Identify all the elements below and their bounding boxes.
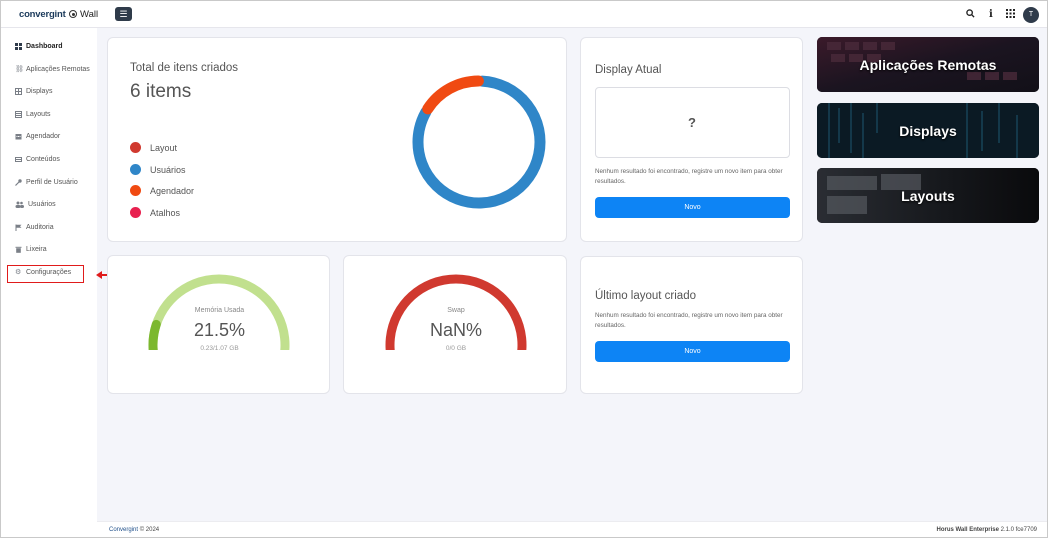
donut-segment-agendador — [422, 75, 484, 115]
swap-value: NaN% — [429, 320, 482, 340]
hamburger-icon: ☰ — [119, 9, 128, 19]
ultimo-layout-title: Último layout criado — [595, 290, 696, 302]
top-bar: convergint Wall ☰ i T — [1, 1, 1047, 28]
ultimo-layout-card: Último layout criado Nenhum resultado fo… — [580, 256, 803, 394]
footer-version: Horus Wall Enterprise 2.1.0 fce7709 — [936, 527, 1037, 533]
menu-toggle-button[interactable]: ☰ — [115, 7, 132, 21]
display-atual-card: Display Atual ? Nenhum resultado foi enc… — [580, 37, 803, 242]
search-icon[interactable] — [966, 9, 975, 21]
tile-displays[interactable]: Displays — [817, 103, 1039, 158]
memory-card: Memória Usada 21.5% 0.23/1.07 GB — [107, 255, 330, 394]
memory-value: 21.5% — [193, 320, 246, 340]
calendar-icon — [15, 133, 22, 140]
footer-brand-link[interactable]: Convergint — [109, 527, 138, 533]
footer-version-number: 2.1.0 fce7709 — [1000, 527, 1037, 533]
legend-dot-usuarios — [130, 164, 141, 175]
tile-layouts[interactable]: Layouts — [817, 168, 1039, 223]
ultimo-layout-novo-button[interactable]: Novo — [595, 341, 790, 362]
display-preview: ? — [595, 87, 790, 158]
items-count: 6 items — [130, 81, 192, 102]
sidebar-item-label: Agendador — [26, 132, 61, 140]
content-icon — [15, 156, 22, 163]
display-novo-button[interactable]: Novo — [595, 197, 790, 218]
sidebar-item-perfil-de-usuario[interactable]: Perfil de Usuário — [15, 175, 78, 189]
sidebar-item-dashboard[interactable]: Dashboard — [15, 39, 63, 53]
summary-card: Total de itens criados 6 items Layout Us… — [107, 37, 567, 242]
sidebar-item-usuarios[interactable]: Usuários — [15, 197, 56, 211]
legend-dot-agendador — [130, 185, 141, 196]
legend-label-usuarios: Usuários — [150, 165, 186, 175]
sidebar-item-label: Auditoria — [26, 223, 54, 231]
sidebar-item-label: Usuários — [28, 200, 56, 208]
apps-grid-icon[interactable] — [1006, 9, 1015, 21]
sidebar-item-auditoria[interactable]: Auditoria — [15, 220, 54, 234]
sidebar-item-aplicacoes-remotas[interactable]: ⛓ Aplicações Remotas — [15, 62, 90, 76]
memory-detail: 0.23/1.07 GB — [200, 345, 239, 352]
tile-label: Displays — [899, 122, 957, 139]
footer: Convergint © 2024 Horus Wall Enterprise … — [97, 521, 1047, 537]
flag-icon — [15, 224, 22, 231]
legend-label-layout: Layout — [150, 143, 178, 153]
dashboard-icon — [15, 42, 22, 50]
sidebar-item-label: Aplicações Remotas — [26, 65, 90, 73]
items-donut-chart — [412, 75, 546, 209]
sidebar-item-label: Layouts — [26, 110, 51, 118]
wall-logo-icon — [69, 10, 77, 18]
sidebar-item-conteudos[interactable]: Conteúdos — [15, 152, 60, 166]
sidebar-item-agendador[interactable]: Agendador — [15, 129, 60, 143]
link-icon: ⛓ — [15, 65, 24, 73]
users-icon — [15, 201, 24, 208]
display-atual-empty-text: Nenhum resultado foi encontrado, registr… — [595, 168, 783, 185]
memory-label: Memória Usada — [194, 307, 245, 314]
footer-copyright: Convergint © 2024 — [109, 527, 159, 533]
sidebar-item-label: Perfil de Usuário — [26, 178, 78, 186]
sidebar-item-label: Conteúdos — [26, 155, 60, 163]
key-icon — [15, 178, 22, 186]
info-icon[interactable]: i — [989, 9, 993, 20]
sidebar-item-label: Lixeira — [26, 245, 47, 253]
sidebar-item-label: Displays — [26, 87, 53, 95]
avatar[interactable]: T — [1023, 7, 1039, 23]
legend-label-agendador: Agendador — [150, 186, 195, 196]
sidebar-item-lixeira[interactable]: Lixeira — [15, 242, 47, 256]
highlight-annotation — [7, 265, 84, 283]
sidebar-item-layouts[interactable]: Layouts — [15, 107, 51, 121]
layout-icon — [15, 110, 22, 118]
tile-label: Layouts — [901, 187, 955, 204]
trash-icon — [15, 246, 22, 253]
tile-aplicacoes-remotas[interactable]: Aplicações Remotas — [817, 37, 1039, 92]
legend-dot-atalhos — [130, 207, 141, 218]
footer-product: Horus Wall Enterprise — [936, 527, 999, 533]
swap-detail: 0/0 GB — [445, 345, 467, 352]
placeholder-question-mark: ? — [688, 115, 696, 130]
legend-label-atalhos: Atalhos — [150, 208, 181, 218]
sidebar-item-label: Dashboard — [26, 42, 63, 50]
ultimo-layout-empty-text: Nenhum resultado foi encontrado, registr… — [595, 312, 783, 329]
swap-card: Swap NaN% 0/0 GB — [343, 255, 567, 394]
brand-logo[interactable]: convergint — [19, 9, 66, 20]
sidebar-item-displays[interactable]: Displays — [15, 84, 52, 98]
summary-title: Total de itens criados — [130, 62, 239, 74]
swap-label: Swap — [447, 307, 465, 314]
arrow-head-annotation — [96, 271, 102, 279]
footer-copy-year: © 2024 — [139, 527, 160, 533]
tile-label: Aplicações Remotas — [859, 56, 997, 73]
display-atual-title: Display Atual — [595, 64, 662, 76]
grid-icon — [15, 87, 22, 95]
legend-dot-layout — [130, 142, 141, 153]
brand-product: Wall — [80, 9, 99, 20]
